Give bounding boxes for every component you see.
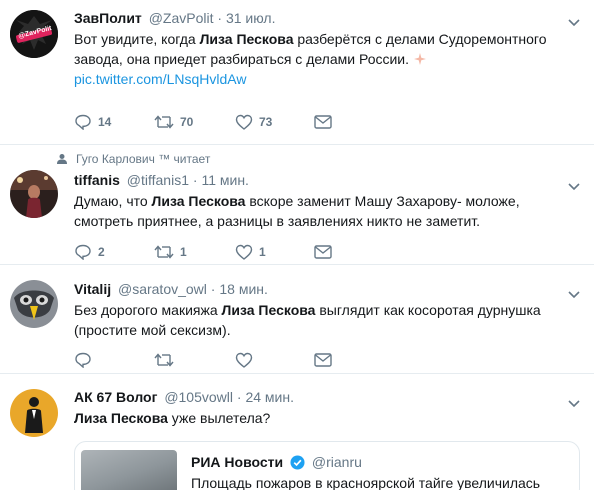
retweet-button[interactable]	[154, 352, 235, 368]
tweet-content: Vitalij @saratov_owl · 18 мин. Без дорог…	[74, 280, 580, 340]
reply-count: 14	[98, 115, 112, 129]
quoted-tweet-image[interactable]	[81, 450, 177, 490]
avatar[interactable]	[10, 170, 58, 218]
author-handle[interactable]: @saratov_owl	[118, 281, 207, 297]
retweet-icon	[154, 115, 174, 129]
tweet-content: ЗавПолит @ZavPolit · 31 июл. Вот увидите…	[74, 9, 580, 89]
social-context-text[interactable]: Гуго Карлович ™ читает	[76, 152, 210, 166]
tweet-text-part: Без дорогого макияжа	[74, 302, 222, 318]
tweet-header: tiffanis @tiffanis1 · 11 мин.	[74, 171, 580, 190]
tweet-actions: 14 70 73	[74, 112, 332, 132]
like-button[interactable]	[235, 352, 314, 368]
tweet-text: Лиза Пескова уже вылетела?	[74, 408, 580, 428]
quoted-tweet-text: Площадь пожаров в красноярской тайге уве…	[191, 475, 541, 490]
tweet-vitalij[interactable]: Vitalij @saratov_owl · 18 мин. Без дорог…	[0, 266, 594, 374]
chevron-down-icon[interactable]	[568, 286, 580, 299]
like-button[interactable]: 73	[235, 114, 314, 130]
reply-button[interactable]: 14	[74, 114, 154, 130]
tweet-text-part: уже вылетела?	[167, 410, 271, 426]
message-icon	[314, 353, 332, 367]
like-icon	[235, 352, 253, 368]
retweet-button[interactable]: 1	[154, 244, 235, 260]
media-link[interactable]: pic.twitter.com/LNsqHvldAw	[74, 71, 246, 87]
timestamp[interactable]: 18 мин.	[219, 281, 268, 297]
sparkle-emoji-icon	[413, 51, 427, 65]
social-context: Гуго Карлович ™ читает	[56, 152, 210, 166]
retweet-count: 1	[180, 245, 187, 259]
quoted-tweet-header: РИА Новости @rianru	[191, 453, 362, 471]
reply-button[interactable]	[74, 352, 154, 368]
highlighted-term: Лиза Пескова	[199, 31, 294, 47]
reply-icon	[75, 352, 91, 368]
author-name[interactable]: АК 67 Волог	[74, 389, 157, 405]
separator-dot: ·	[236, 389, 242, 405]
like-icon	[235, 114, 253, 130]
avatar[interactable]	[10, 280, 58, 328]
separator-dot: ·	[210, 281, 216, 297]
tweet-ak67[interactable]: АК 67 Волог @105vowll · 24 мин. Лиза Пес…	[0, 375, 594, 490]
like-count: 1	[259, 245, 266, 259]
reply-icon	[75, 114, 91, 130]
highlighted-term: Лиза Пескова	[221, 302, 316, 318]
chevron-down-icon[interactable]	[568, 178, 580, 191]
timestamp[interactable]: 31 июл.	[226, 10, 276, 26]
highlighted-term: Лиза Пескова	[151, 193, 246, 209]
reply-icon	[75, 244, 91, 260]
reply-button[interactable]: 2	[74, 244, 154, 260]
quoted-tweet[interactable]: РИА Новости @rianru Площадь пожаров в кр…	[74, 441, 580, 490]
author-name[interactable]: ЗавПолит	[74, 10, 142, 26]
tweet-actions: 2 1 1	[74, 242, 332, 262]
verified-icon	[290, 455, 305, 470]
like-button[interactable]: 1	[235, 244, 314, 260]
tweet-header: АК 67 Волог @105vowll · 24 мин.	[74, 388, 580, 407]
timestamp[interactable]: 11 мин.	[201, 172, 249, 188]
retweet-icon	[154, 245, 174, 259]
tweet-content: АК 67 Волог @105vowll · 24 мин. Лиза Пес…	[74, 388, 580, 428]
retweet-count: 70	[180, 115, 194, 129]
retweet-icon	[154, 353, 174, 367]
tweet-text: Думаю, что Лиза Пескова вскоре заменит М…	[74, 191, 580, 231]
tweet-header: Vitalij @saratov_owl · 18 мин.	[74, 280, 580, 299]
tweet-text: Без дорогого макияжа Лиза Пескова выгляд…	[74, 300, 580, 340]
retweet-context-icon	[57, 154, 67, 164]
tweet-tiffanis[interactable]: Гуго Карлович ™ читает tiffanis @tiffani…	[0, 146, 594, 265]
avatar[interactable]: @ZavPolit	[10, 10, 58, 58]
direct-message-button[interactable]	[314, 245, 332, 259]
like-count: 73	[259, 115, 273, 129]
chevron-down-icon[interactable]	[568, 395, 580, 408]
tweet-text: Вот увидите, когда Лиза Пескова разберёт…	[74, 29, 580, 89]
avatar[interactable]	[10, 389, 58, 437]
author-name[interactable]: Vitalij	[74, 281, 111, 297]
tweet-content: tiffanis @tiffanis1 · 11 мин. Думаю, что…	[74, 171, 580, 231]
tweet-text-part: Вот увидите, когда	[74, 31, 200, 47]
message-icon	[314, 245, 332, 259]
retweet-button[interactable]: 70	[154, 114, 235, 130]
quoted-author-name[interactable]: РИА Новости	[191, 454, 283, 470]
like-icon	[235, 244, 253, 260]
direct-message-button[interactable]	[314, 115, 332, 129]
tweet-text-part: Думаю, что	[74, 193, 152, 209]
tweet-header: ЗавПолит @ZavPolit · 31 июл.	[74, 9, 580, 28]
author-handle[interactable]: @ZavPolit	[149, 10, 214, 26]
separator-dot: ·	[217, 10, 223, 26]
direct-message-button[interactable]	[314, 353, 332, 367]
tweet-actions	[74, 350, 332, 370]
quoted-author-handle[interactable]: @rianru	[312, 454, 362, 470]
timestamp[interactable]: 24 мин.	[245, 389, 294, 405]
message-icon	[314, 115, 332, 129]
chevron-down-icon[interactable]	[568, 14, 580, 27]
author-handle[interactable]: @105vowll	[164, 389, 233, 405]
tweet-zavpolit[interactable]: @ZavPolit ЗавПолит @ZavPolit · 31 июл. В…	[0, 0, 594, 145]
author-handle[interactable]: @tiffanis1	[127, 172, 189, 188]
separator-dot: ·	[192, 172, 198, 188]
highlighted-term: Лиза Пескова	[74, 410, 168, 426]
author-name[interactable]: tiffanis	[74, 172, 120, 188]
reply-count: 2	[98, 245, 105, 259]
